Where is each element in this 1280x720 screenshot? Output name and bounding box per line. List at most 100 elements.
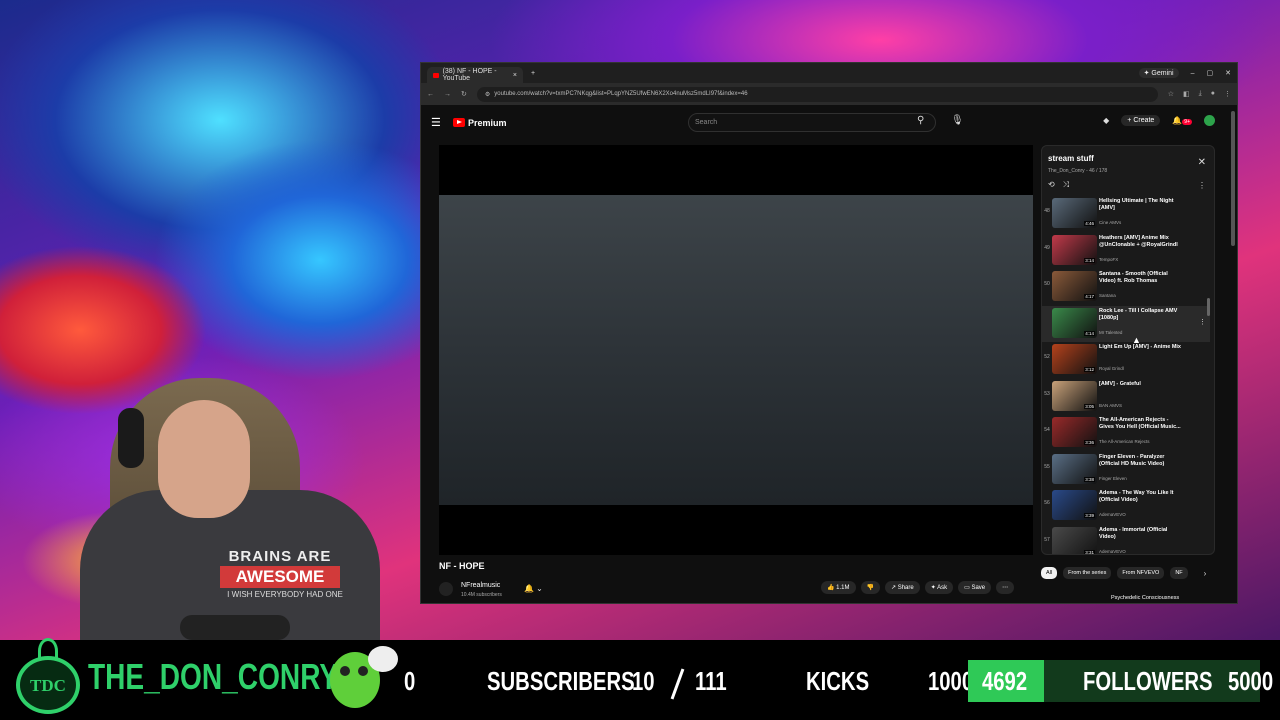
ask-label: Ask xyxy=(937,585,948,591)
playlist-scrollbar[interactable] xyxy=(1207,198,1210,552)
dislike-button[interactable]: 👎 xyxy=(860,581,880,594)
playlist-item-title[interactable]: The All-American Rejects - Gives You Hel… xyxy=(1099,417,1183,431)
site-info-icon[interactable]: ⚙ xyxy=(485,91,490,98)
gemini-icon: ✦ xyxy=(1143,70,1150,77)
microphone-icon[interactable]: 🎙 xyxy=(951,115,964,126)
account-avatar[interactable] xyxy=(1204,115,1215,126)
playlist-item-thumbnail[interactable]: 3:12 xyxy=(1052,344,1097,374)
playlist-item-thumbnail[interactable]: 3:05 xyxy=(1052,380,1097,411)
save-icon: ▭ xyxy=(964,585,970,591)
playlist-item[interactable]: 54 3:36 The All-American Rejects - Gives Y… xyxy=(1042,415,1210,451)
playlist-item[interactable]: 4:14 Rock Lee - Till I Collapse AMV [1080… xyxy=(1042,305,1210,342)
playlist-item-thumbnail[interactable]: 4:46 xyxy=(1052,198,1097,228)
downloads-icon[interactable]: ⤓ xyxy=(1199,90,1202,98)
youtube-logo[interactable]: Premium xyxy=(453,118,507,128)
playlist-item-channel: Mr Talented xyxy=(1099,329,1123,335)
tab-close-icon[interactable]: × xyxy=(513,72,517,79)
minimize-icon[interactable]: – xyxy=(1191,70,1195,77)
playlist-item-title[interactable]: Finger Eleven - Paralyzer (Official HD M… xyxy=(1099,454,1183,468)
ask-button[interactable]: ✦ Ask xyxy=(924,581,954,594)
reload-icon[interactable]: ↻ xyxy=(461,90,467,98)
filter-chip[interactable]: From NFVEVO xyxy=(1117,567,1165,579)
filter-chip[interactable]: From the series xyxy=(1063,567,1112,579)
playlist-item-duration: 3:05 xyxy=(1084,403,1095,409)
playlist-item-title[interactable]: Hellsing Ultimate | The Night [AMV] xyxy=(1099,198,1183,212)
playlist-item[interactable]: 50 4:17 Santana - Smooth (Official Video) … xyxy=(1042,269,1210,305)
channel-avatar[interactable] xyxy=(439,582,453,596)
url-input[interactable]: ⚙ youtube.com/watch?v=txmPC7NKqg&list=PL… xyxy=(476,86,1158,102)
tab-title: (38) NF - HOPE - YouTube xyxy=(442,68,497,82)
playlist-item-thumbnail[interactable]: 4:14 xyxy=(1052,307,1097,338)
share-button[interactable]: ↗ Share xyxy=(884,581,920,594)
playlist-item-thumbnail[interactable]: 4:17 xyxy=(1052,271,1097,301)
save-button[interactable]: ▭ Save xyxy=(958,581,992,594)
playlist-item-channel: AdemaVEVO xyxy=(1099,512,1126,517)
notifications-icon[interactable]: 🔔 9+ xyxy=(1172,116,1192,125)
playlist-item[interactable]: 55 3:38 Finger Eleven - Paralyzer (Officia… xyxy=(1042,452,1210,488)
playlist-item-title[interactable]: [AMV] - Grateful xyxy=(1099,381,1183,388)
shuffle-icon[interactable]: ⤨ xyxy=(1063,180,1069,190)
playlist-scroll-thumb[interactable] xyxy=(1207,298,1210,316)
playlist-menu-icon[interactable]: ⋮ xyxy=(1198,181,1206,190)
page-scroll-thumb[interactable] xyxy=(1231,111,1235,246)
more-actions-button[interactable]: ⋯ xyxy=(996,581,1015,594)
bookmark-star-icon[interactable]: ☆ xyxy=(1168,90,1174,98)
followers-label: FOLLOWERS xyxy=(1083,666,1213,696)
profile-icon[interactable]: ● xyxy=(1211,90,1215,98)
playlist-item-thumbnail[interactable]: 3:36 xyxy=(1052,417,1097,447)
playlist-item-duration: 3:14 xyxy=(1084,257,1095,263)
like-count: 1.1M xyxy=(836,585,850,591)
new-tab-icon[interactable]: + xyxy=(531,70,535,77)
channel-name[interactable]: NFrealmusic xyxy=(461,582,500,589)
video-player[interactable] xyxy=(439,145,1033,555)
maximize-icon[interactable]: ▢ xyxy=(1207,69,1214,77)
playlist-item-title[interactable]: Adema - The Way You Like It (Official Vi… xyxy=(1099,490,1183,504)
subscribed-bell-icon[interactable]: 🔔 ⌄ xyxy=(524,584,543,593)
playlist-item-thumbnail[interactable]: 3:14 xyxy=(1052,234,1097,265)
create-button[interactable]: + Create xyxy=(1121,115,1161,126)
like-button[interactable]: 👍 1.1M xyxy=(821,581,856,594)
headset xyxy=(118,408,144,468)
playlist-item-thumbnail[interactable]: 3:39 xyxy=(1052,490,1097,520)
close-window-icon[interactable]: ✕ xyxy=(1225,69,1231,77)
search-input[interactable]: Search xyxy=(688,113,936,132)
chevron-right-icon[interactable]: › xyxy=(1204,569,1207,578)
hamburger-menu-icon[interactable]: ☰ xyxy=(431,116,445,129)
playlist-item[interactable]: 48 4:46 Hellsing Ultimate | The Night [AMV… xyxy=(1042,196,1210,232)
playlist-item[interactable]: 56 3:39 Adema - The Way You Like It (Offic… xyxy=(1042,488,1210,524)
playlist-item[interactable]: 53 3:05 [AMV] - Grateful BAN AMVS xyxy=(1042,379,1210,415)
playlist-item-title[interactable]: Rock Lee - Till I Collapse AMV [1080p] xyxy=(1099,308,1183,322)
playlist-item-title[interactable]: Light Em Up [AMV] - Anime Mix xyxy=(1099,344,1183,351)
playlist-item[interactable]: 52 3:12 Light Em Up [AMV] - Anime Mix Royal… xyxy=(1042,342,1210,378)
extension-icon[interactable]: ◧ xyxy=(1183,90,1190,98)
playlist-controls: ⟲ ⤨ xyxy=(1048,180,1069,190)
playlist-item-thumbnail[interactable]: 3:38 xyxy=(1052,453,1097,484)
playlist-item[interactable]: 49 3:14 Heathers [AMV] Anime Mix @UnClonab… xyxy=(1042,233,1210,269)
next-video-title[interactable]: Psychedelic Consciousness xyxy=(1111,595,1179,601)
browser-menu-icon[interactable]: ⋮ xyxy=(1224,90,1231,98)
tab-bar: (38) NF - HOPE - YouTube × + ✦ Gemini – … xyxy=(421,63,1237,83)
playlist-title[interactable]: stream stuff xyxy=(1048,154,1094,163)
playlist-item-title[interactable]: Adema - Immortal (Official Video) xyxy=(1099,527,1183,541)
item-menu-icon[interactable]: ⋮ xyxy=(1199,318,1206,326)
page-scrollbar[interactable] xyxy=(1231,109,1235,599)
playlist-item-duration: 3:38 xyxy=(1084,476,1095,482)
playlist-item[interactable]: 57 3:31 Adema - Immortal (Official Video) A… xyxy=(1042,525,1210,554)
filter-chip[interactable]: NF xyxy=(1170,567,1188,579)
playlist-item-channel: Cine AMVs xyxy=(1099,220,1122,225)
youtube-favicon-icon xyxy=(433,72,439,78)
loop-icon[interactable]: ⟲ xyxy=(1048,180,1055,190)
close-icon[interactable]: ✕ xyxy=(1198,157,1206,168)
playlist-item-thumbnail[interactable]: 3:31 xyxy=(1052,526,1097,554)
back-icon[interactable]: ← xyxy=(427,91,434,98)
cast-icon[interactable]: ◆ xyxy=(1103,116,1109,125)
playlist-item-title[interactable]: Heathers [AMV] Anime Mix @UnClonable + @… xyxy=(1099,235,1183,249)
playlist-item-title[interactable]: Santana - Smooth (Official Video) ft. Ro… xyxy=(1099,271,1183,285)
streamer-webcam: BRAINS ARE AWESOME I WISH EVERYBODY HAD … xyxy=(70,370,400,640)
forward-icon[interactable]: → xyxy=(444,91,451,98)
tab-youtube[interactable]: (38) NF - HOPE - YouTube × xyxy=(427,67,523,83)
gemini-button[interactable]: ✦ Gemini xyxy=(1138,68,1179,78)
video-title: NF - HOPE xyxy=(439,561,485,571)
filter-chip[interactable]: All xyxy=(1041,567,1058,579)
search-icon[interactable]: ⚲ xyxy=(917,115,924,126)
